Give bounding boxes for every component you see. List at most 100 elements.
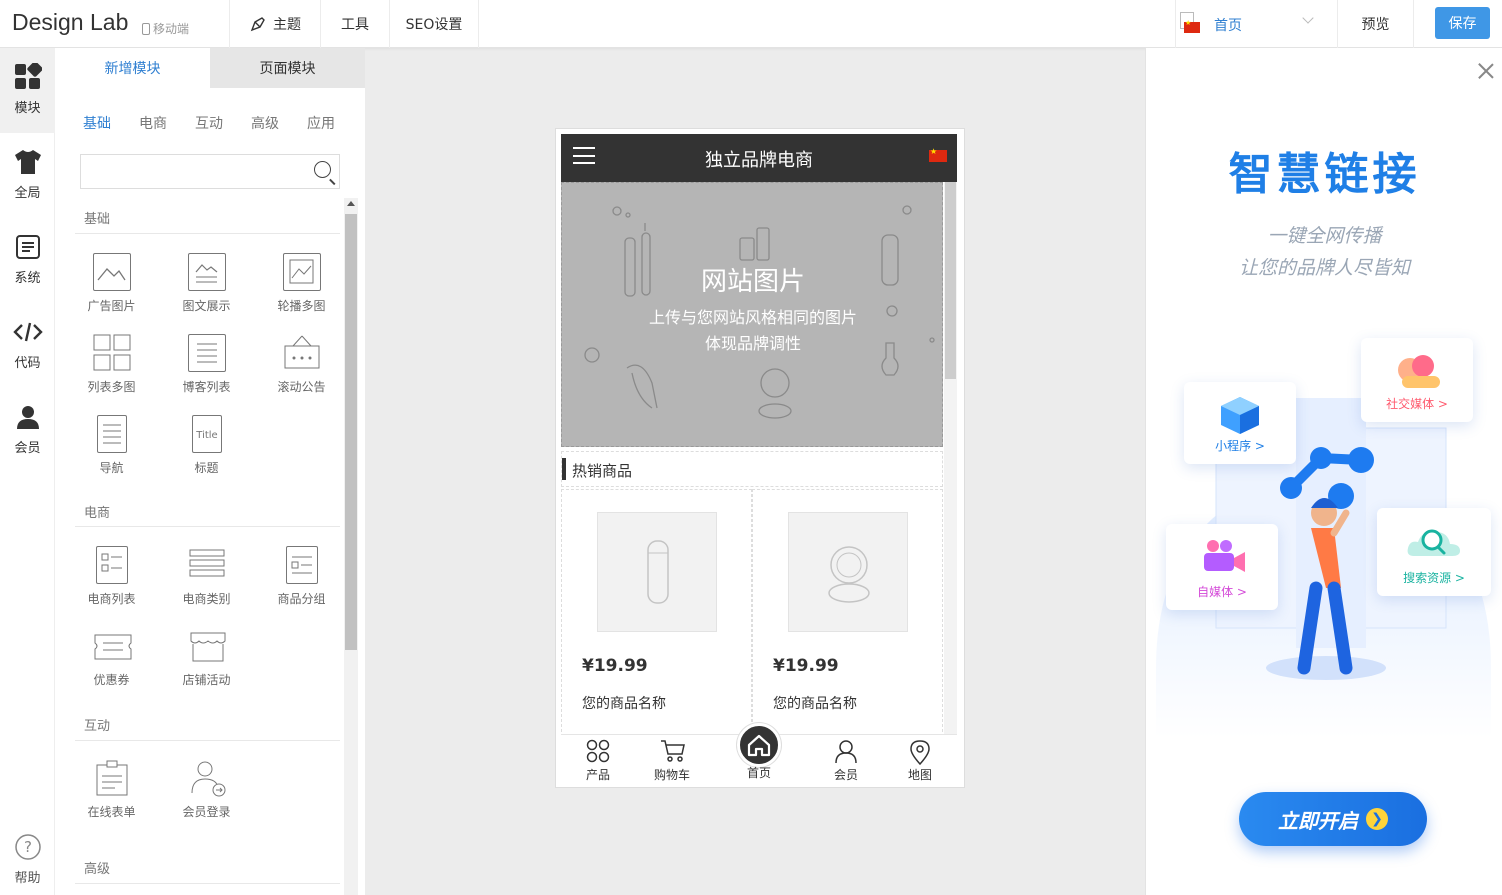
module-panel: 新增模块 页面模块 基础 电商 互动 高级 应用 基础 广告图片 图文展示 轮播… xyxy=(55,48,365,895)
module-ecom-category[interactable]: 电商类别 xyxy=(164,546,249,607)
phone-scrollbar[interactable] xyxy=(944,182,957,785)
svg-text:?: ? xyxy=(24,838,32,856)
bottom-nav-map[interactable]: 地图 xyxy=(890,735,950,788)
scroll-up-arrow-icon[interactable] xyxy=(347,201,355,206)
module-carousel[interactable]: 轮播多图 xyxy=(259,253,344,314)
bottom-nav-cart[interactable]: 购物车 xyxy=(642,735,702,788)
rail-item-system[interactable]: 系统 xyxy=(0,218,55,303)
rail-item-member[interactable]: 会员 xyxy=(0,388,55,473)
rail-label: 帮助 xyxy=(14,871,41,886)
promo-sub-line: 让您的品牌人尽皆知 xyxy=(1238,257,1410,279)
module-search-input[interactable] xyxy=(80,154,340,189)
module-coupon[interactable]: 优惠券 xyxy=(69,627,154,688)
rail-item-code[interactable]: 代码 xyxy=(0,303,55,388)
product-card[interactable]: ¥19.99 您的商品名称 xyxy=(561,489,752,737)
promo-panel: 智慧链接 一键全网传播 让您的品牌人尽皆知 小程序 > 社交媒体 > 自媒体 >… xyxy=(1145,48,1502,895)
close-icon[interactable] xyxy=(1478,63,1494,79)
rail-label: 模块 xyxy=(14,101,41,116)
china-flag-icon[interactable] xyxy=(929,147,947,162)
section-title-ecommerce: 电商 xyxy=(84,506,111,521)
card-miniapp[interactable]: 小程序 > xyxy=(1184,382,1296,464)
phone-scrollbar-thumb[interactable] xyxy=(945,182,956,379)
start-now-button[interactable]: 立即开启 ❯ xyxy=(1239,792,1427,846)
module-member-login[interactable]: 会员登录 xyxy=(164,759,249,820)
module-title[interactable]: Title 标题 xyxy=(164,415,249,476)
code-icon xyxy=(12,317,43,347)
module-ecom-list[interactable]: 电商列表 xyxy=(69,546,154,607)
video-camera-icon xyxy=(1204,540,1245,572)
notice-board-icon xyxy=(282,334,321,372)
category-icon xyxy=(187,546,226,584)
promo-subtitle: 一键全网传播 让您的品牌人尽皆知 xyxy=(1146,220,1502,284)
bottom-nav-label: 产品 xyxy=(585,768,610,782)
nav-seo[interactable]: SEO设置 xyxy=(389,0,479,48)
preview-button[interactable]: 预览 xyxy=(1338,0,1414,48)
module-image-text[interactable]: 图文展示 xyxy=(164,253,249,314)
rail-label: 系统 xyxy=(14,271,41,286)
form-icon xyxy=(92,759,131,797)
compact-icon xyxy=(828,546,870,603)
subtab-apps[interactable]: 应用 xyxy=(307,113,335,133)
mobile-mode-toggle[interactable]: 移动端 xyxy=(142,20,189,37)
page-selector[interactable]: 首页 xyxy=(1175,0,1338,48)
product-card[interactable]: ¥19.99 您的商品名称 xyxy=(752,489,943,737)
carousel-icon xyxy=(282,253,321,291)
search-icon[interactable] xyxy=(314,161,331,178)
banner-title: 网站图片 xyxy=(700,267,805,297)
subtab-basic[interactable]: 基础 xyxy=(83,113,111,133)
nav-tools[interactable]: 工具 xyxy=(320,0,389,48)
help-icon: ? xyxy=(13,832,43,862)
panel-scrollbar-thumb[interactable] xyxy=(345,214,357,650)
module-product-group[interactable]: 商品分组 xyxy=(259,546,344,607)
nav-theme[interactable]: 主题 xyxy=(229,0,320,48)
hot-products-heading[interactable]: 热销商品 xyxy=(561,451,943,487)
mobile-icon xyxy=(142,22,150,35)
title-icon: Title xyxy=(191,415,222,453)
module-label: 博客列表 xyxy=(182,380,231,394)
theme-icon xyxy=(250,17,265,32)
banner-placeholder[interactable]: 网站图片 上传与您网站风格相同的图片 体现品牌调性 xyxy=(561,182,943,447)
module-scroll-notice[interactable]: 滚动公告 xyxy=(259,334,344,395)
module-label: 店铺活动 xyxy=(182,673,231,687)
navigation-icon xyxy=(96,415,127,453)
subtab-interactive[interactable]: 互动 xyxy=(195,113,223,133)
modules-icon xyxy=(13,62,43,92)
social-chat-icon xyxy=(1398,355,1440,388)
module-blog-list[interactable]: 博客列表 xyxy=(164,334,249,395)
image-grid-icon xyxy=(92,334,131,372)
module-ad-image[interactable]: 广告图片 xyxy=(69,253,154,314)
module-label: 在线表单 xyxy=(87,805,136,819)
card-search[interactable]: 搜索资源 > xyxy=(1377,508,1491,596)
page-selector-value: 首页 xyxy=(1214,18,1242,34)
bottom-nav-products[interactable]: 产品 xyxy=(568,735,628,788)
bottom-nav-member[interactable]: 会员 xyxy=(816,735,876,788)
module-navigation[interactable]: 导航 xyxy=(69,415,154,476)
module-online-form[interactable]: 在线表单 xyxy=(69,759,154,820)
tab-page-module[interactable]: 页面模块 xyxy=(210,48,365,88)
divider xyxy=(75,526,340,527)
module-label: 列表多图 xyxy=(87,380,136,394)
hot-products-title: 热销商品 xyxy=(572,462,633,480)
save-button[interactable]: 保存 xyxy=(1435,7,1490,39)
subtab-ecommerce[interactable]: 电商 xyxy=(139,113,167,133)
coupon-icon xyxy=(92,627,131,665)
home-button[interactable] xyxy=(737,723,781,767)
rail-item-help[interactable]: ? 帮助 xyxy=(0,818,55,895)
tab-add-module[interactable]: 新增模块 xyxy=(55,48,210,88)
shirt-icon xyxy=(13,147,43,177)
product-image xyxy=(597,512,717,632)
module-store-activity[interactable]: 店铺活动 xyxy=(164,627,249,688)
card-social[interactable]: 社交媒体 > xyxy=(1361,338,1473,422)
ecom-list-icon xyxy=(95,546,128,584)
rail-item-modules[interactable]: 模块 xyxy=(0,48,55,133)
module-image-list[interactable]: 列表多图 xyxy=(69,334,154,395)
lipstick-icon xyxy=(647,540,669,604)
cta-label: 立即开启 xyxy=(1278,808,1358,833)
card-selfmedia[interactable]: 自媒体 > xyxy=(1166,524,1278,610)
chevron-down-icon xyxy=(1302,12,1314,24)
divider xyxy=(75,883,340,884)
rail-item-global[interactable]: 全局 xyxy=(0,133,55,218)
subtab-advanced[interactable]: 高级 xyxy=(251,113,279,133)
bottom-nav-label: 会员 xyxy=(833,768,858,782)
bottom-nav-home[interactable]: 首页 xyxy=(729,764,789,788)
